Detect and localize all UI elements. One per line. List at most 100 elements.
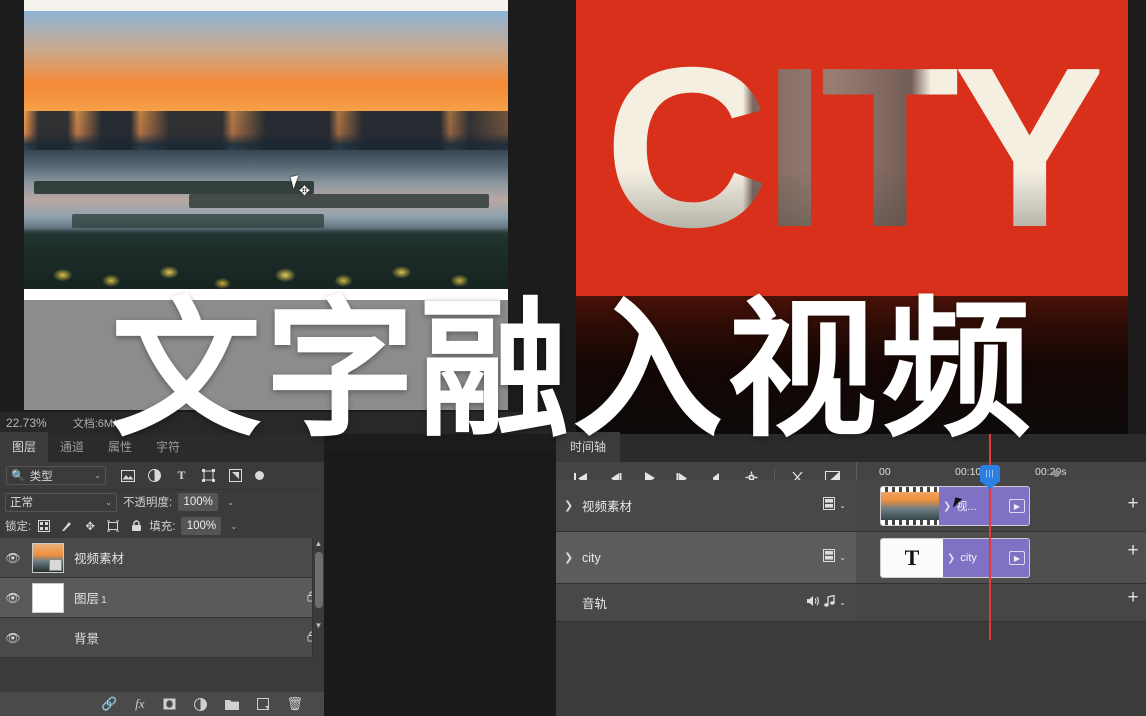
track-icons-audio: ⌄ bbox=[806, 594, 856, 612]
music-note-icon[interactable] bbox=[824, 594, 835, 612]
layer-row-background[interactable]: 👁 背景 bbox=[0, 618, 324, 658]
lock-image-icon[interactable] bbox=[60, 519, 74, 533]
fill-chevron-down-icon[interactable]: ⌄ bbox=[230, 522, 237, 531]
speaker-icon[interactable] bbox=[806, 594, 820, 612]
image-filter-icon[interactable] bbox=[120, 468, 135, 483]
cursor-arrow-icon bbox=[952, 497, 963, 510]
search-icon: 🔍 bbox=[11, 470, 25, 482]
track-body-city[interactable]: T ❯ city ▶ bbox=[856, 532, 1146, 583]
track-header-video[interactable]: ❯ 视频素材 ⌄ bbox=[556, 480, 856, 531]
layer-row-video[interactable]: 👁 视频素材 bbox=[0, 538, 324, 578]
layer-filter-type-select[interactable]: 🔍 类型 ⌄ bbox=[6, 466, 106, 485]
scrollbar-thumb[interactable] bbox=[315, 552, 323, 608]
clip-city-text[interactable]: T ❯ city ▶ bbox=[880, 538, 1030, 578]
timeline-mouse-cursor bbox=[952, 497, 968, 512]
chevron-down-icon: ⌄ bbox=[94, 471, 101, 480]
film-strip-icon[interactable] bbox=[823, 496, 836, 515]
zoom-level: 22.73% bbox=[6, 416, 47, 430]
layers-list: 👁 视频素材 👁 图层 1 👁 背景 ▲ ▼ bbox=[0, 538, 324, 658]
layer-mask-icon[interactable] bbox=[163, 698, 176, 710]
chevron-down-icon[interactable]: ⌄ bbox=[839, 598, 846, 607]
layer-visibility-toggle[interactable]: 👁 bbox=[0, 551, 26, 565]
tab-timeline[interactable]: 时间轴 bbox=[556, 432, 621, 462]
adjustment-filter-icon[interactable] bbox=[147, 468, 162, 483]
link-icon[interactable]: 🔗 bbox=[101, 696, 117, 712]
layer-name-background[interactable]: 背景 bbox=[70, 628, 300, 647]
filter-type-value: 类型 bbox=[29, 470, 53, 483]
track-header-audio[interactable]: 音轨 ⌄ bbox=[556, 584, 856, 621]
clip-play-icon[interactable]: ▶ bbox=[1009, 499, 1025, 513]
layer-name-layer1[interactable]: 图层 1 bbox=[70, 588, 300, 607]
opacity-chevron-down-icon[interactable]: ⌄ bbox=[227, 498, 234, 507]
clip-name-city: city bbox=[960, 552, 977, 564]
layer-thumbnail bbox=[32, 542, 64, 573]
new-group-icon[interactable] bbox=[224, 699, 239, 710]
track-body-audio[interactable] bbox=[856, 584, 1146, 621]
new-layer-icon[interactable] bbox=[256, 698, 269, 710]
fill-value[interactable]: 100% bbox=[181, 517, 222, 535]
tab-character[interactable]: 字符 bbox=[144, 432, 192, 462]
scroll-down-icon[interactable]: ▼ bbox=[313, 620, 324, 632]
keyframe-dot[interactable] bbox=[1053, 470, 1060, 477]
lock-label: 锁定: bbox=[5, 521, 32, 533]
delete-layer-icon[interactable]: 🗑 bbox=[287, 696, 304, 712]
track-row-audio[interactable]: 音轨 ⌄ bbox=[556, 584, 1146, 622]
track-row-video[interactable]: ❯ 视频素材 ⌄ ❯ 视... ▶ bbox=[556, 480, 1146, 532]
layers-scrollbar[interactable]: ▲ ▼ bbox=[312, 538, 324, 658]
canvas-divider-left bbox=[556, 0, 576, 452]
layer-name-text: 图层 bbox=[74, 592, 100, 606]
chevron-down-icon[interactable]: ⌄ bbox=[839, 501, 846, 510]
add-media-button-video[interactable]: + bbox=[1120, 480, 1146, 527]
chevron-right-icon[interactable]: ❯ bbox=[564, 551, 574, 564]
layer-filter-icons: T bbox=[120, 468, 264, 483]
film-strip-icon[interactable] bbox=[823, 548, 836, 567]
layer-thumbnail-cell bbox=[26, 582, 70, 613]
status-bar: 22.73% 文档:6M/0.30M bbox=[0, 412, 556, 434]
chevron-right-icon[interactable]: ❯ bbox=[947, 553, 955, 564]
layers-panel-tabs: 图层 通道 属性 字符 bbox=[0, 432, 324, 462]
blend-mode-select[interactable]: 正常 ⌄ bbox=[5, 492, 117, 512]
scroll-up-icon[interactable]: ▲ bbox=[313, 538, 324, 550]
lock-artboard-icon[interactable] bbox=[106, 519, 120, 533]
clip-label-city: ❯ city ▶ bbox=[943, 539, 1029, 577]
chevron-right-icon[interactable]: ❯ bbox=[943, 501, 951, 512]
smart-object-filter-icon[interactable] bbox=[228, 468, 243, 483]
document-image-window[interactable] bbox=[24, 0, 508, 300]
track-body-video[interactable]: ❯ 视... ▶ bbox=[856, 480, 1146, 531]
chevron-right-icon[interactable]: ❯ bbox=[564, 499, 574, 512]
canvas-gray-area bbox=[24, 300, 508, 410]
tab-channels[interactable]: 通道 bbox=[48, 432, 96, 462]
opacity-label: 不透明度: bbox=[123, 497, 173, 509]
layer-row-layer1[interactable]: 👁 图层 1 bbox=[0, 578, 324, 618]
lock-transparent-icon[interactable] bbox=[37, 519, 51, 533]
add-media-button-city[interactable]: + bbox=[1120, 527, 1146, 574]
shape-filter-icon[interactable] bbox=[201, 468, 216, 483]
playhead-handle[interactable]: ||| bbox=[980, 465, 1000, 482]
adjustment-layer-icon[interactable] bbox=[193, 697, 207, 711]
right-canvas-lower-area bbox=[576, 296, 1128, 452]
fill-label: 填充: bbox=[149, 521, 176, 533]
opacity-value[interactable]: 100% bbox=[178, 493, 219, 511]
layer-thumbnail bbox=[32, 582, 64, 613]
track-header-city[interactable]: ❯ city ⌄ bbox=[556, 532, 856, 583]
filter-power-toggle[interactable] bbox=[255, 471, 264, 480]
fx-icon[interactable]: fx bbox=[135, 696, 144, 712]
tab-layers[interactable]: 图层 bbox=[0, 432, 49, 462]
lock-row: 锁定: ✥ 填充: 100% ⌄ bbox=[0, 514, 324, 538]
track-name-video: 视频素材 bbox=[582, 500, 633, 514]
text-filter-icon[interactable]: T bbox=[174, 468, 189, 483]
layer-visibility-toggle[interactable]: 👁 bbox=[0, 631, 26, 645]
tab-properties[interactable]: 属性 bbox=[96, 432, 144, 462]
chevron-down-icon[interactable]: ⌄ bbox=[839, 553, 846, 562]
layer-visibility-toggle[interactable]: 👁 bbox=[0, 591, 26, 605]
lock-all-icon[interactable] bbox=[129, 519, 143, 533]
layer-filter-row: 🔍 类型 ⌄ T bbox=[0, 462, 324, 490]
track-row-city[interactable]: ❯ city ⌄ T ❯ city ▶ bbox=[556, 532, 1146, 584]
layer-name-video[interactable]: 视频素材 bbox=[70, 548, 300, 567]
blend-mode-row: 正常 ⌄ 不透明度: 100% ⌄ bbox=[0, 490, 324, 514]
canvas-divider-right bbox=[1128, 0, 1146, 452]
playhead-grip-icon: ||| bbox=[985, 469, 995, 478]
clip-play-icon[interactable]: ▶ bbox=[1009, 551, 1025, 565]
add-media-button-audio[interactable]: + bbox=[1120, 575, 1146, 622]
lock-position-icon[interactable]: ✥ bbox=[83, 519, 97, 533]
